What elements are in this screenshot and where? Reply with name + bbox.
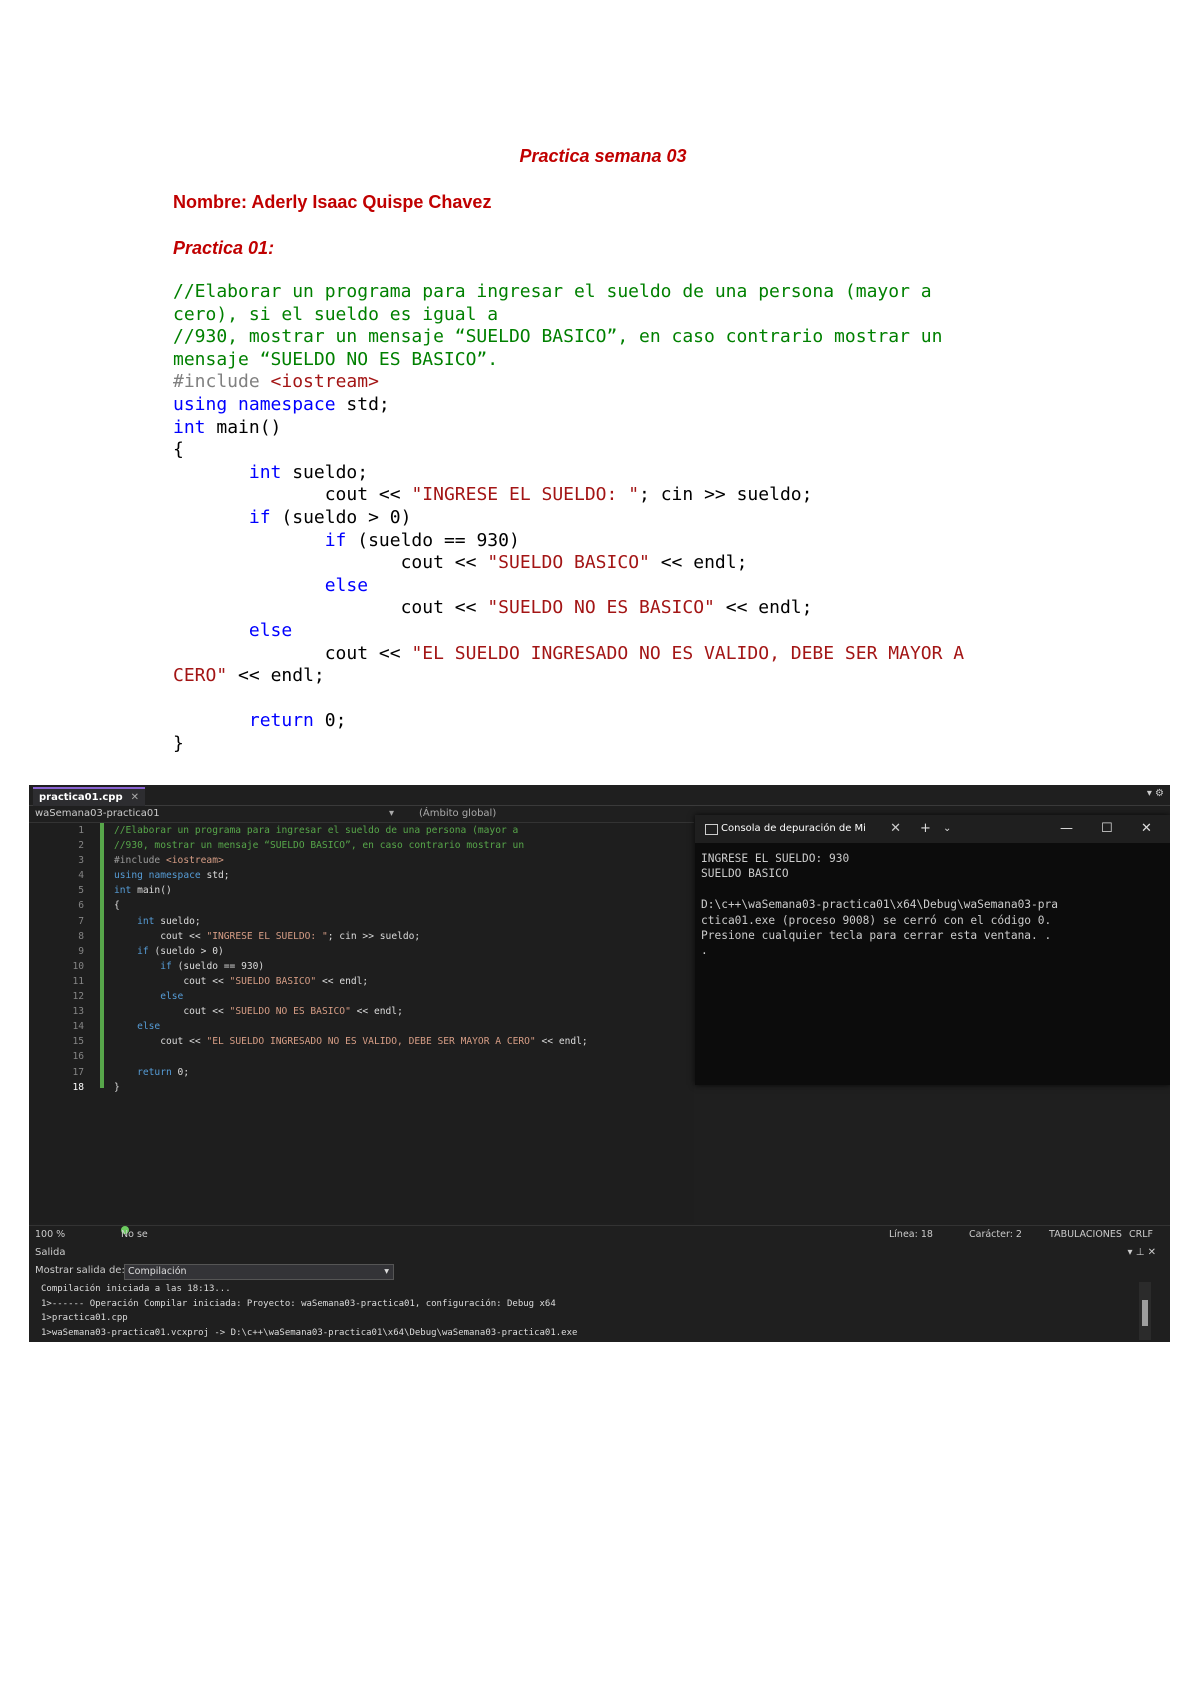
- line-number: 17: [72, 1066, 84, 1078]
- line-number: 12: [72, 991, 84, 1003]
- char-indicator: Carácter: 2: [969, 1229, 1022, 1240]
- close-icon[interactable]: ✕: [131, 792, 139, 803]
- console-tab[interactable]: Consola de depuración de Mi ✕: [701, 815, 901, 843]
- output-line: 1>waSemana03-practica01.vcxproj -> D:\c+…: [41, 1327, 578, 1338]
- console-line: INGRESE EL SUELDO: 930: [701, 852, 850, 865]
- document-title: Practica semana 03: [519, 146, 687, 166]
- code-editor[interactable]: 1 2 3 4 5 6 7 8 9 10 11 12 13 14 15 16 17 18 //Elaborar u…: [29, 823, 694, 1223]
- output-text: Compilación iniciada a las 18:13... 1>---…: [41, 1282, 577, 1340]
- console-title-bar: Consola de depuración de Mi ✕ + ⌄ — ☐ ✕: [695, 815, 1170, 843]
- close-icon[interactable]: ▾ ⊥ ✕: [1128, 1245, 1156, 1261]
- output-line: Compilación iniciada a las 18:13...: [41, 1284, 231, 1294]
- output-scrollbar[interactable]: [1139, 1282, 1151, 1340]
- ide-screenshot: practica01.cpp ✕ ▾ ⚙ waSemana03-practica0…: [29, 785, 1170, 1342]
- line-number: 1: [78, 825, 84, 836]
- maximize-icon[interactable]: ☐: [1101, 815, 1113, 843]
- line-number: 13: [72, 1006, 84, 1018]
- chevron-down-icon[interactable]: ▾: [389, 806, 394, 822]
- change-indicator: [100, 823, 104, 1088]
- line-number: 4: [78, 870, 84, 882]
- debug-console-window[interactable]: Consola de depuración de Mi ✕ + ⌄ — ☐ ✕ …: [695, 815, 1170, 1085]
- line-number: 11: [72, 975, 84, 987]
- output-panel-header: Salida ▾ ⊥ ✕: [29, 1245, 1170, 1261]
- line-number: 5: [78, 885, 84, 897]
- new-tab-icon[interactable]: +: [920, 815, 931, 843]
- output-line: 1>------ Operación Compilar iniciada: Pr…: [41, 1298, 556, 1309]
- editor-tab-bar: practica01.cpp ✕ ▾ ⚙: [29, 785, 1170, 807]
- line-number: 14: [72, 1021, 84, 1033]
- indent-mode[interactable]: TABULACIONES: [1049, 1226, 1122, 1244]
- line-indicator: Línea: 18: [889, 1229, 933, 1240]
- line-number: 8: [78, 930, 84, 942]
- console-line: Presione cualquier tecla para cerrar est…: [701, 929, 1052, 943]
- close-icon[interactable]: ✕: [1141, 815, 1152, 843]
- line-number: 9: [78, 945, 84, 957]
- output-line: 1>practica01.cpp: [41, 1313, 128, 1323]
- line-number: 16: [72, 1051, 84, 1063]
- console-line: SUELDO BASICO: [701, 867, 789, 881]
- output-source-label: Mostrar salida de:: [35, 1265, 125, 1276]
- line-ending[interactable]: CRLF: [1129, 1226, 1153, 1244]
- chevron-down-icon[interactable]: ⌄: [943, 815, 951, 843]
- line-number: 2: [78, 840, 84, 852]
- section-heading: Practica 01:: [173, 238, 275, 258]
- student-name: Nombre: Aderly Isaac Quispe Chavez: [173, 192, 492, 212]
- close-icon[interactable]: ✕: [890, 815, 901, 843]
- console-line: D:\c++\waSemana03-practica01\x64\Debug\w…: [701, 898, 1058, 912]
- tab-practica01[interactable]: practica01.cpp ✕: [33, 787, 145, 807]
- line-number: 6: [78, 900, 84, 912]
- line-number: 15: [72, 1036, 84, 1048]
- editor-status-bar: 100 % No se encontraron problemas. Línea…: [29, 1225, 1170, 1276]
- line-number-gutter: 1 2 3 4 5 6 7 8 9 10 11 12 13 14 15 16 17 18: [29, 823, 84, 1095]
- line-number: 10: [72, 960, 84, 972]
- source-code-listing: //Elaborar un programa para ingresar el …: [173, 281, 965, 754]
- output-toolbar: Mostrar salida de: Compilación ▾: [29, 1262, 1170, 1280]
- project-dropdown[interactable]: waSemana03-practica01: [35, 806, 160, 822]
- zoom-level[interactable]: 100 %: [35, 1226, 65, 1244]
- editor-code[interactable]: //Elaborar un programa para ingresar el …: [114, 823, 588, 1095]
- terminal-icon: [705, 824, 718, 835]
- console-line: .: [701, 944, 708, 958]
- scope-dropdown[interactable]: (Ámbito global): [419, 806, 496, 822]
- output-title: Salida: [35, 1247, 66, 1258]
- output-source-select[interactable]: Compilación ▾: [124, 1264, 394, 1280]
- line-number: 18: [72, 1081, 84, 1093]
- console-output: INGRESE EL SUELDO: 930 SUELDO BASICO D:\c…: [701, 851, 1058, 959]
- line-number: 7: [78, 915, 84, 927]
- gear-icon[interactable]: ▾ ⚙: [1147, 788, 1164, 799]
- chevron-down-icon: ▾: [384, 1266, 389, 1277]
- minimize-icon[interactable]: —: [1060, 815, 1073, 843]
- line-number: 3: [78, 855, 84, 867]
- console-line: ctica01.exe (proceso 9008) se cerró con …: [701, 913, 1052, 927]
- navigation-bar: waSemana03-practica01 ▾ (Ámbito global): [29, 806, 694, 823]
